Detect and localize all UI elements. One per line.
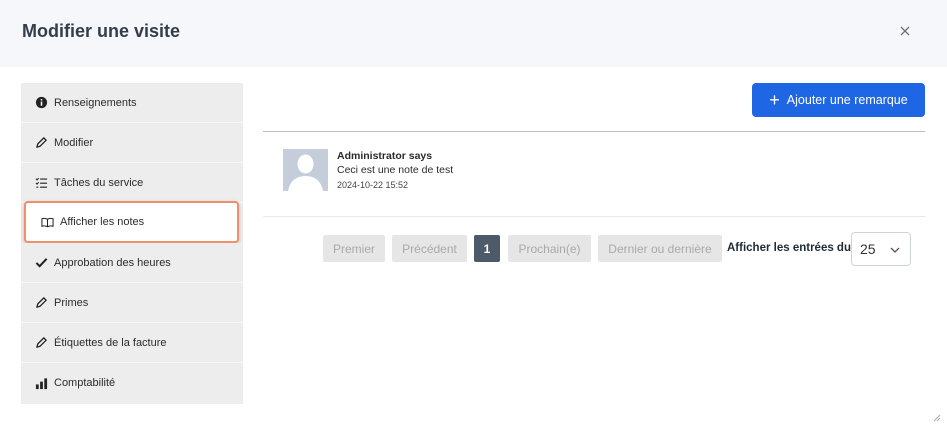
sidebar-item-label: Afficher les notes <box>60 216 145 228</box>
sidebar-item-label: Tâches du service <box>54 176 144 189</box>
sidebar-nav: Renseignements Modifier Tâches du servic… <box>21 83 243 404</box>
note-author: Administrator says <box>337 150 433 162</box>
divider <box>263 131 925 132</box>
sidebar-item-modifier[interactable]: Modifier <box>21 123 243 163</box>
sidebar-item-label: Comptabilité <box>54 377 116 389</box>
modal-header: Modifier une visite <box>0 0 947 67</box>
pencil-icon <box>34 336 48 350</box>
bar-chart-icon <box>34 376 48 390</box>
divider <box>263 216 925 217</box>
avatar <box>283 149 328 191</box>
sidebar-item-label: Modifier <box>54 136 94 149</box>
sidebar-item-approbation[interactable]: Approbation des heures <box>21 243 243 283</box>
checkmark-icon <box>34 256 48 270</box>
previous-page-button[interactable]: Précédent <box>392 235 467 262</box>
add-note-label: Ajouter une remarque <box>786 93 908 107</box>
sidebar-item-label: Renseignements <box>54 96 137 109</box>
open-book-icon <box>40 215 54 229</box>
sidebar-item-renseignements[interactable]: Renseignements <box>21 83 243 123</box>
entries-label: Afficher les entrées du <box>727 242 851 254</box>
sidebar-item-label: Approbation des heures <box>54 256 171 269</box>
close-icon <box>900 26 910 36</box>
resize-grip-icon[interactable] <box>933 414 941 422</box>
next-page-button[interactable]: Prochain(e) <box>508 235 591 262</box>
sidebar-item-taches[interactable]: Tâches du service <box>21 163 243 203</box>
close-button[interactable] <box>895 21 915 41</box>
checklist-icon <box>34 176 48 190</box>
entries-select[interactable]: 25 <box>851 232 911 266</box>
entries-value: 25 <box>860 241 876 257</box>
add-note-button[interactable]: + Ajouter une remarque <box>752 83 925 117</box>
current-page-button[interactable]: 1 <box>474 235 500 262</box>
pencil-icon <box>34 296 48 310</box>
chevron-down-icon <box>890 247 900 253</box>
info-circle-icon <box>34 96 48 110</box>
sidebar-item-etiquettes[interactable]: Étiquettes de la facture <box>21 323 243 363</box>
edit-visit-modal: Modifier une visite Renseignements Modif… <box>0 0 947 426</box>
pencil-icon <box>34 136 48 150</box>
last-page-button[interactable]: Dernier ou dernière <box>598 235 722 262</box>
sidebar-item-label: Primes <box>54 296 89 309</box>
user-silhouette-icon <box>283 149 328 191</box>
note-text: Ceci est une note de test <box>337 164 454 176</box>
note-date: 2024-10-22 15:52 <box>337 180 409 190</box>
first-page-button[interactable]: Premier <box>323 235 385 262</box>
modal-title: Modifier une visite <box>22 21 181 41</box>
sidebar-item-notes[interactable]: Afficher les notes <box>24 201 239 243</box>
sidebar-item-comptabilite[interactable]: Comptabilité <box>21 363 243 403</box>
sidebar-item-label: Étiquettes de la facture <box>54 336 167 349</box>
plus-icon: + <box>769 90 780 110</box>
sidebar-item-primes[interactable]: Primes <box>21 283 243 323</box>
